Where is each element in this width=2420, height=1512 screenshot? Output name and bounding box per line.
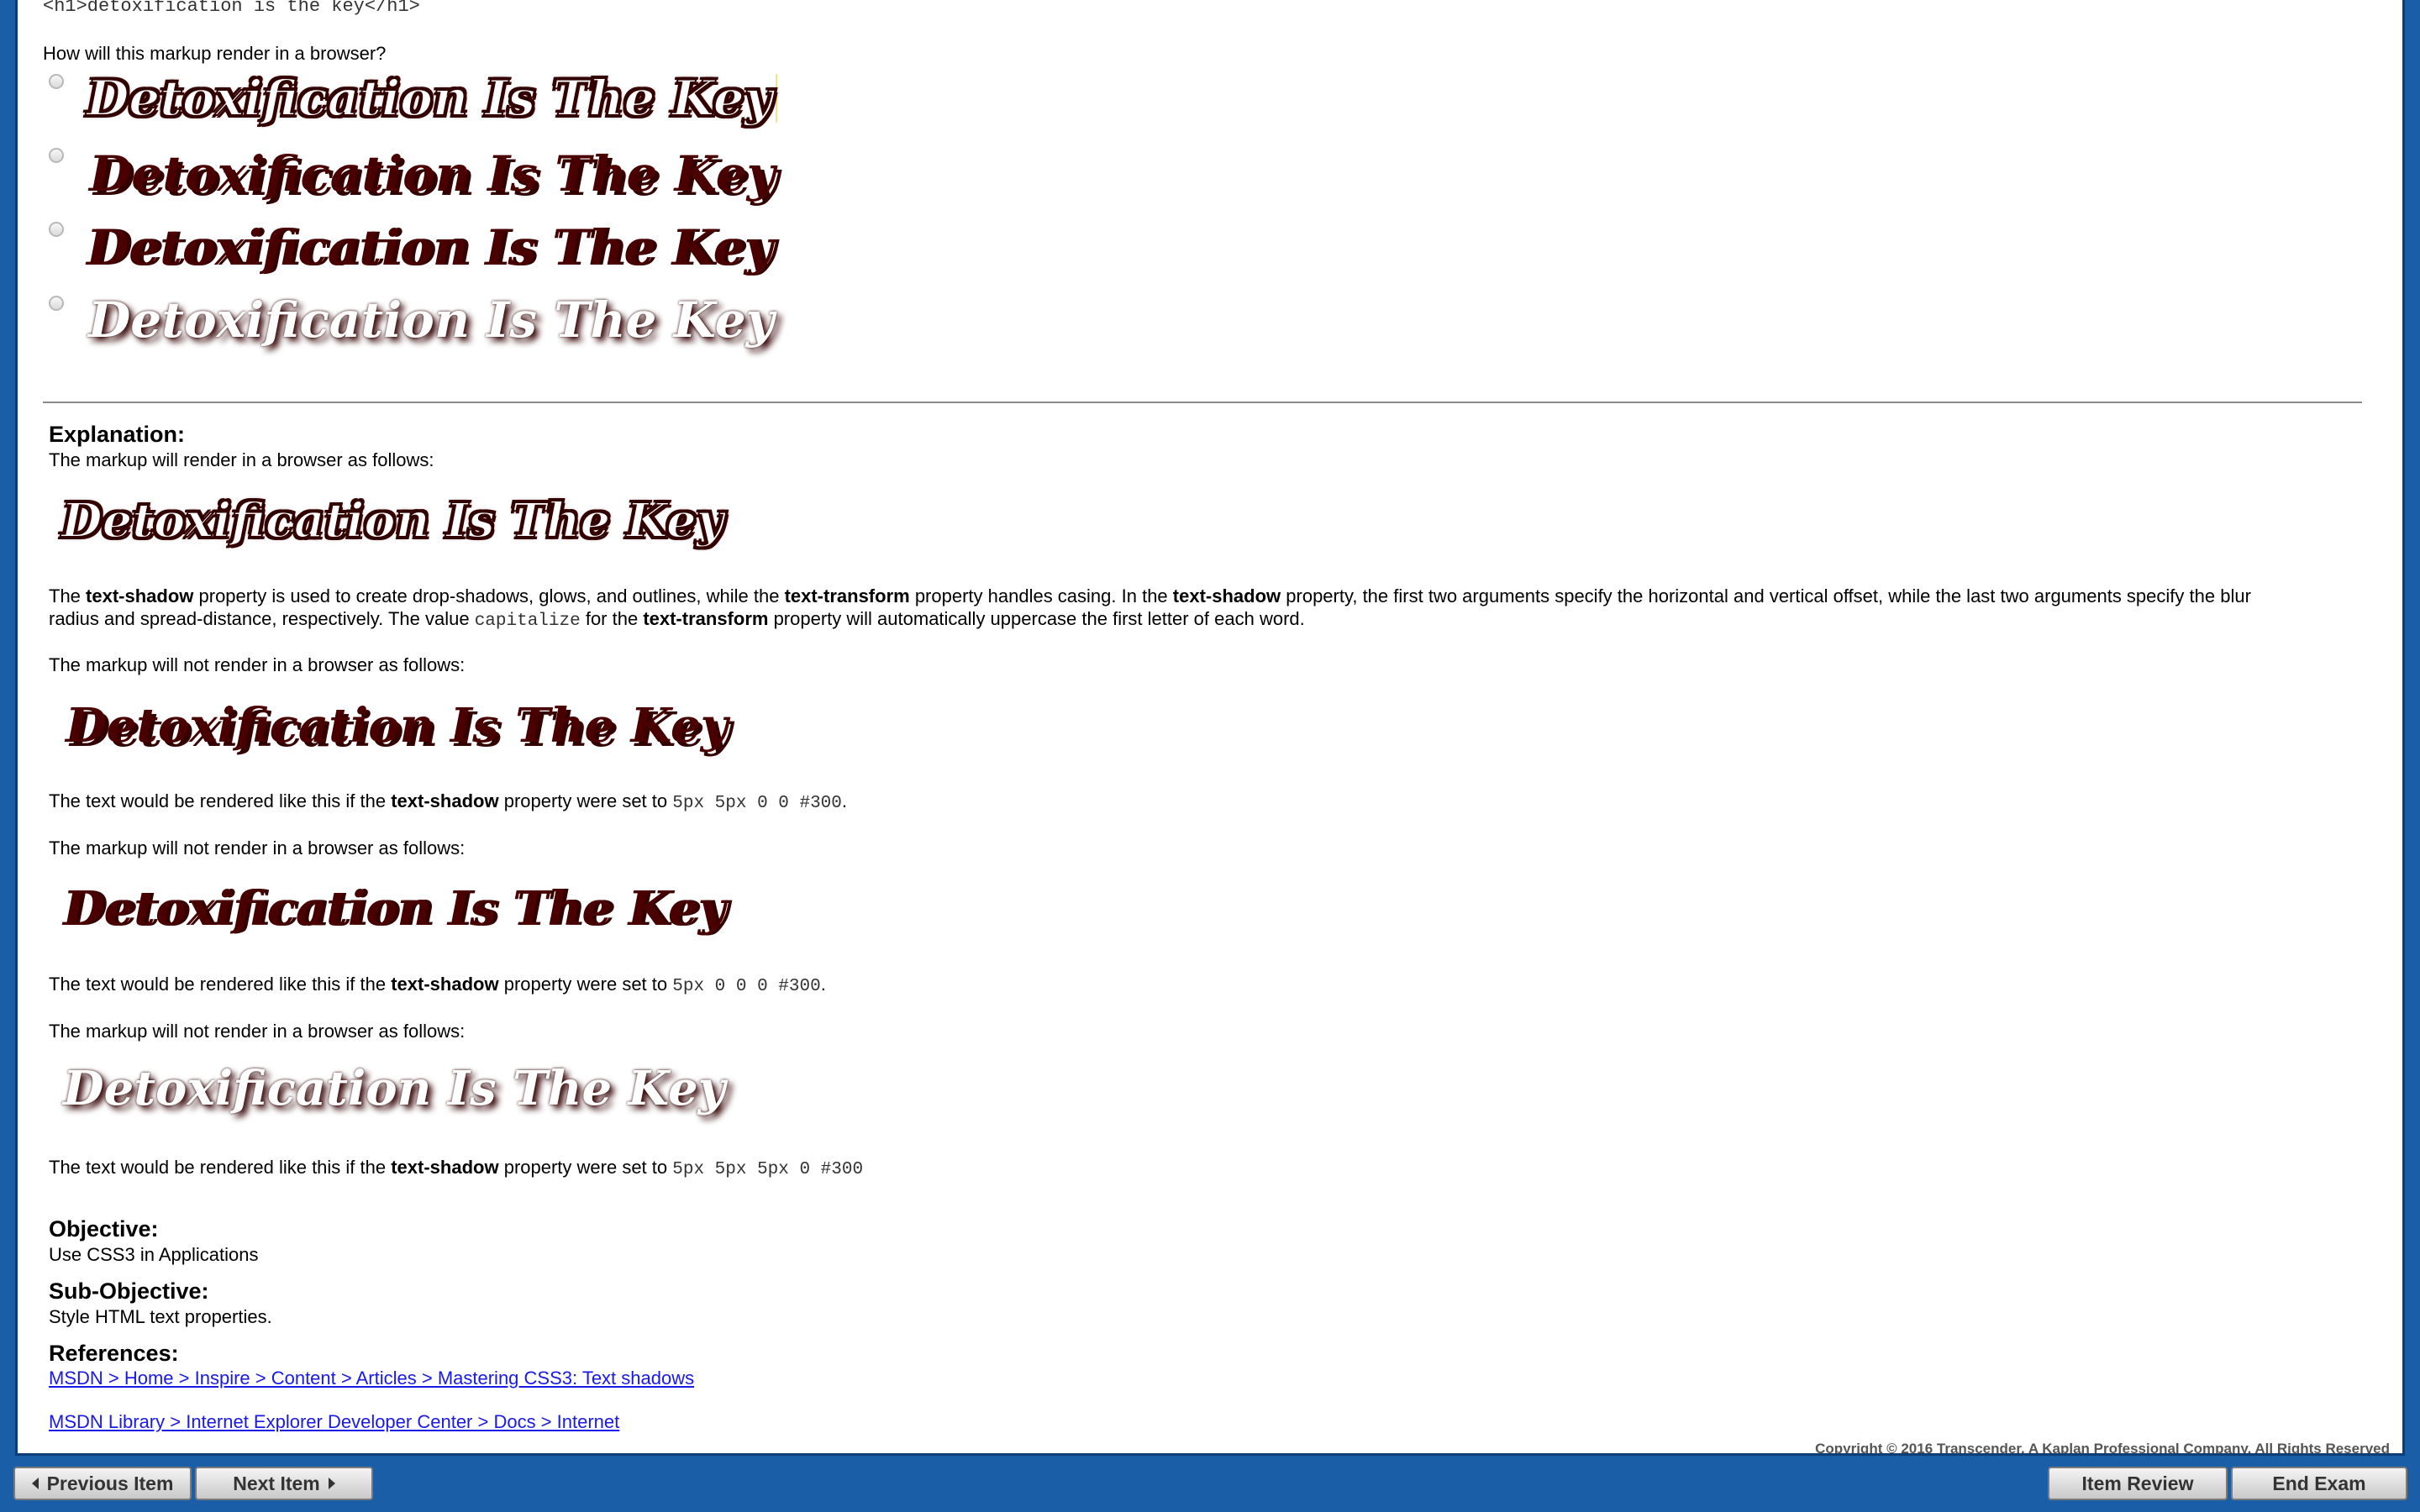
wrong-3-render: Detoxification Is The Key: [63, 1061, 726, 1116]
wrong-3-intro: The markup will not render in a browser …: [49, 1021, 466, 1042]
wrong-1-intro: The markup will not render in a browser …: [49, 654, 466, 675]
option-a-radio[interactable]: [49, 74, 64, 89]
question-prompt: How will this markup render in a browser…: [43, 43, 387, 64]
wrong-1-note: The text would be rendered like this if …: [49, 790, 848, 813]
explanation-intro: The markup will render in a browser as f…: [49, 449, 434, 470]
bottom-navigation-bar: Previous Item Next Item Item Review End …: [0, 1458, 2420, 1512]
sub-objective-heading: Sub-Objective:: [49, 1278, 209, 1304]
option-b-radio[interactable]: [49, 148, 64, 163]
markup-code: <h1>detoxification is the key</h1>: [43, 0, 420, 17]
option-a-render[interactable]: Detoxification Is The Key: [86, 73, 778, 123]
chevron-right-icon: [328, 1478, 335, 1489]
section-divider: [43, 402, 2362, 403]
correct-render-image: Detoxification Is The Key: [60, 493, 724, 549]
sub-objective-value: Style HTML text properties.: [49, 1306, 272, 1327]
chevron-left-icon: [31, 1478, 39, 1489]
exam-content-frame: <h1>detoxification is the key</h1> How w…: [15, 0, 2405, 1456]
wrong-2-note: The text would be rendered like this if …: [49, 974, 826, 996]
reference-link-2[interactable]: MSDN Library > Internet Explorer Develop…: [49, 1411, 619, 1433]
objective-heading: Objective:: [49, 1216, 159, 1242]
explanation-paragraph: The text-shadow property is used to crea…: [49, 585, 2251, 631]
option-c-radio[interactable]: [49, 222, 64, 237]
objective-value: Use CSS3 in Applications: [49, 1244, 259, 1265]
copyright-notice: Copyright © 2016 Transcender, A Kaplan P…: [1815, 1441, 2390, 1456]
option-d-render[interactable]: Detoxification Is The Key: [88, 296, 774, 344]
references-heading: References:: [49, 1341, 179, 1366]
item-review-button[interactable]: Item Review: [2048, 1467, 2228, 1500]
option-d-radio[interactable]: [49, 296, 64, 311]
reference-link-1[interactable]: MSDN > Home > Inspire > Content > Articl…: [49, 1368, 694, 1389]
wrong-2-intro: The markup will not render in a browser …: [49, 837, 466, 858]
previous-item-button[interactable]: Previous Item: [13, 1467, 192, 1500]
next-item-button[interactable]: Next Item: [195, 1467, 373, 1500]
option-c-render[interactable]: Detoxification Is The Key: [87, 223, 772, 272]
end-exam-button[interactable]: End Exam: [2231, 1467, 2407, 1500]
wrong-3-note: The text would be rendered like this if …: [49, 1157, 864, 1179]
wrong-1-render: Detoxification Is The Key: [66, 698, 729, 753]
wrong-2-render: Detoxification Is The Key: [63, 881, 726, 937]
option-b-render[interactable]: Detoxification Is The Key: [89, 150, 775, 198]
explanation-heading: Explanation:: [49, 422, 186, 447]
